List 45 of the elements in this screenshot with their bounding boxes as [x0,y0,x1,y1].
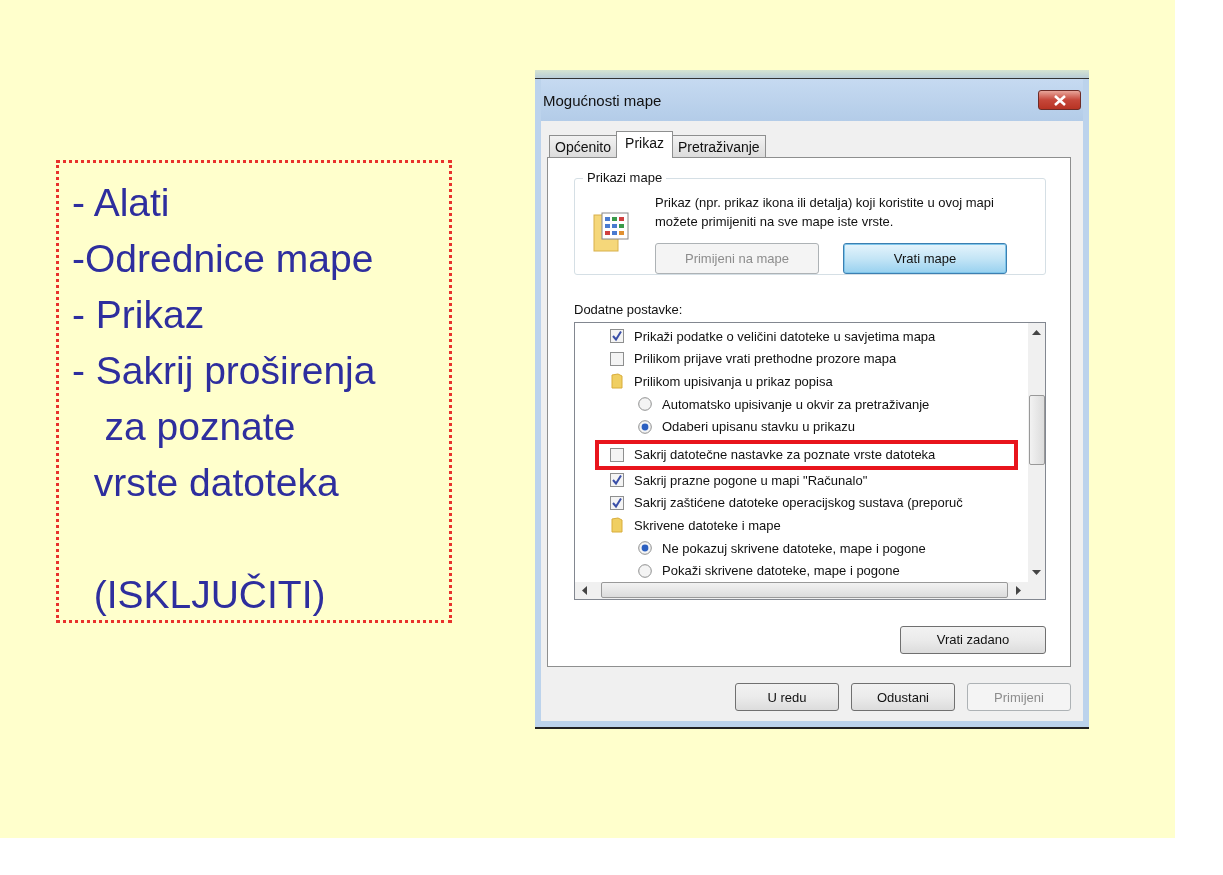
setting-label: Skrivene datoteke i mape [634,517,781,533]
setting-label: Prikaži podatke o veličini datoteke u savjetima mapa [634,328,936,344]
radio-button[interactable] [636,397,654,412]
checkbox[interactable] [608,495,626,510]
group-title: Prikazi mape [583,170,667,185]
tab[interactable]: Pretraživanje [671,135,766,157]
down-arrow-icon[interactable] [1032,569,1041,576]
radio-button[interactable] [636,419,654,434]
setting-label: Ne pokazuj skrivene datoteke, mape i pogone [662,540,926,556]
setting-label: Odaberi upisanu stavku u prikazu [662,419,855,435]
folder-icon [608,373,626,390]
setting-label: Sakrij datotečne nastavke za poznate vrste datoteka [634,447,936,463]
button[interactable]: U redu [735,683,839,711]
folder-icon [608,517,626,534]
checkbox[interactable] [608,447,626,462]
description-text: Prikaz (npr. prikaz ikona ili detalja) koji koristite u ovoj mapi možete primijeniti na sve mape iste vrste. [655,194,995,231]
left-arrow-icon[interactable] [581,585,587,595]
scroll-thumb[interactable] [1028,395,1045,465]
right-arrow-icon[interactable] [1016,585,1022,595]
up-arrow-icon[interactable] [1032,329,1041,335]
restore-defaults-button[interactable]: Vrati zadano [900,625,1046,654]
tab[interactable]: Općenito [549,135,618,157]
radio-button[interactable] [636,563,654,578]
close-icon [1052,94,1067,106]
scroll-thumb[interactable] [601,582,1008,599]
setting-label: Automatsko upisivanje u okvir za pretraživanje [662,396,930,412]
window-title: Mogućnosti mape [542,91,662,109]
button[interactable]: Odustani [851,683,955,711]
checkbox[interactable] [608,329,626,344]
vertical-scrollbar[interactable] [1028,323,1045,582]
button[interactable]: Vrati mape [843,243,1007,274]
checkbox[interactable] [608,473,626,488]
setting-label: Pokaži skrivene datoteke, mape i pogone [662,563,900,579]
setting-label: Sakrij prazne pogone u mapi "Računalo" [634,472,868,488]
checkbox[interactable] [608,351,626,366]
folder-icon [593,211,629,253]
setting-label: Prilikom upisivanja u prikaz popisa [634,374,833,389]
instruction-text: - Alati -Odrednice mape - Prikaz - Sakrij proširenja za poznate vrste datoteka (ISKLJUČITI) [72,180,377,618]
section-label: Dodatne postavke: [574,302,684,317]
horizontal-scrollbar[interactable] [575,581,1028,599]
setting-label: Prilikom prijave vrati prethodne prozore mapa [634,351,897,367]
setting-label: Sakrij zaštićene datoteke operacijskog sustava (preporuč [634,495,963,511]
tab[interactable]: Prikaz [616,131,673,158]
close-button[interactable] [1038,90,1081,110]
radio-button[interactable] [636,541,654,556]
